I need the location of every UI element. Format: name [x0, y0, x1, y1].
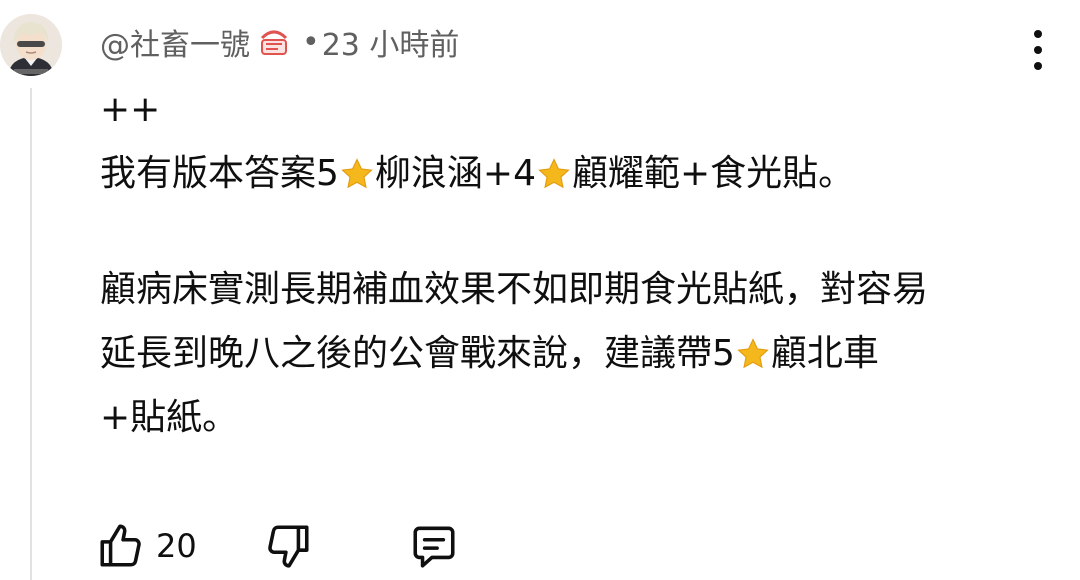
comment-text: ++: [100, 89, 161, 130]
thumbs-up-icon: [100, 524, 141, 567]
more-dot: [1034, 62, 1042, 70]
author-name[interactable]: @社畜一號: [100, 20, 250, 64]
star-emoji-icon: [736, 328, 770, 369]
comment-text: +貼紙。: [100, 397, 239, 438]
header-separator: •: [302, 24, 320, 60]
comment-line: ++: [100, 78, 1040, 142]
comment-text: 顧北車: [770, 333, 879, 374]
comment-line: 延長到晚八之後的公會戰來說，建議帶5 顧北車: [100, 322, 1040, 386]
like-count: 20: [156, 527, 197, 565]
comment-actions: 20: [96, 516, 459, 576]
comment-text: 顧耀範+食光貼。: [571, 153, 855, 194]
star-emoji-icon: [537, 148, 571, 189]
comment-text: 顧病床實測長期補血效果不如即期食光貼紙，對容易: [100, 269, 929, 310]
like-button[interactable]: 20: [96, 521, 197, 571]
more-vertical-icon: [1034, 30, 1042, 38]
comment-text: 柳浪涵+4: [374, 153, 536, 194]
thread-line: [30, 88, 32, 580]
comment-body: ++ 我有版本答案5 柳浪涵+4 顧耀範+食光貼。 顧病床實測長期補血效果不如即期食…: [100, 78, 1040, 450]
thumbs-down-icon: [267, 525, 309, 568]
star-emoji-icon: [340, 148, 374, 189]
comment-line: 顧病床實測長期補血效果不如即期食光貼紙，對容易: [100, 258, 1040, 322]
comment-time[interactable]: 23 小時前: [322, 20, 460, 64]
comment-line: +貼紙。: [100, 386, 1040, 450]
author-avatar[interactable]: [0, 14, 62, 76]
reply-comment-icon: [413, 526, 455, 568]
comment-line: 我有版本答案5 柳浪涵+4 顧耀範+食光貼。: [100, 142, 1040, 206]
comment-header: @社畜一號 • 23 小時前: [100, 20, 459, 64]
dislike-button[interactable]: [263, 521, 313, 571]
more-dot: [1034, 46, 1042, 54]
comment-text: 延長到晚八之後的公會戰來說，建議帶5: [100, 333, 735, 374]
comment-text: 我有版本答案5: [100, 153, 339, 194]
more-options-button[interactable]: [1020, 26, 1056, 74]
reply-button[interactable]: [409, 521, 459, 571]
avatar-illustration: [0, 14, 62, 76]
membership-badge-icon: [256, 24, 292, 60]
